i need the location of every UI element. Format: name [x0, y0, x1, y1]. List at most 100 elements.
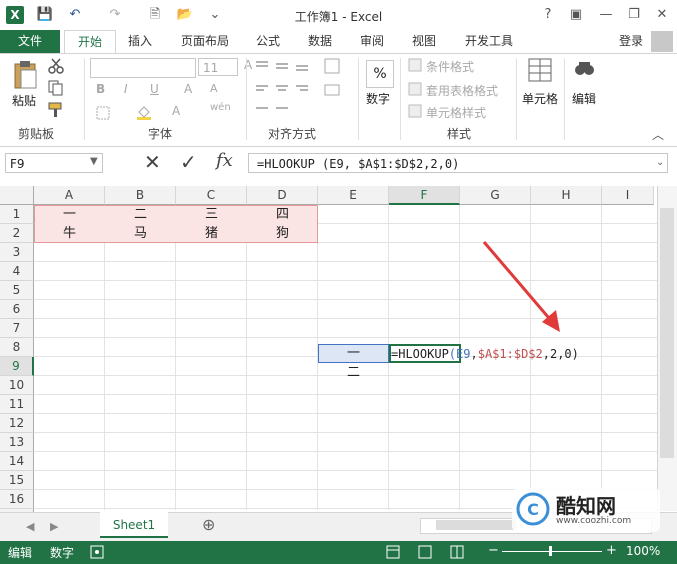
increase-font-size-icon[interactable]: A [184, 82, 192, 96]
page-break-view-icon[interactable] [450, 545, 464, 562]
minimize-icon[interactable]: — [596, 6, 616, 24]
row-header-2[interactable]: 2 [0, 224, 34, 243]
horizontal-scroll-thumb[interactable] [436, 520, 516, 530]
column-header-D[interactable]: D [247, 186, 318, 205]
cell-styles-icon[interactable] [408, 104, 422, 121]
column-header-E[interactable]: E [318, 186, 389, 205]
tab-formulas[interactable]: 公式 [248, 30, 288, 53]
row-header-6[interactable]: 6 [0, 300, 34, 319]
sheet-next-icon[interactable]: ▶ [50, 520, 58, 533]
collapse-ribbon-icon[interactable]: ︿ [652, 126, 664, 143]
row-header-14[interactable]: 14 [0, 452, 34, 471]
name-box[interactable]: F9 [5, 153, 103, 173]
cell-C1[interactable]: 三 [176, 205, 247, 224]
cell-C2[interactable]: 猪 [176, 224, 247, 243]
font-size-select[interactable]: 11 [198, 58, 238, 76]
format-painter-icon[interactable] [48, 102, 64, 121]
sign-in-link[interactable]: 登录 [619, 30, 643, 53]
zoom-level[interactable]: 100% [626, 544, 660, 558]
add-sheet-icon[interactable]: ⊕ [202, 515, 215, 534]
name-box-dropdown-icon[interactable]: ▼ [90, 156, 98, 167]
copy-icon[interactable] [48, 80, 64, 99]
row-header-5[interactable]: 5 [0, 281, 34, 300]
row-header-4[interactable]: 4 [0, 262, 34, 281]
tab-developer[interactable]: 开发工具 [458, 30, 520, 53]
cell-styles-button[interactable]: 单元格样式 [426, 104, 486, 121]
row-header-3[interactable]: 3 [0, 243, 34, 262]
maximize-icon[interactable]: ❐ [624, 6, 644, 24]
wrap-text-icon[interactable] [324, 58, 340, 77]
number-format-button[interactable]: 数字 [366, 90, 390, 107]
borders-icon[interactable] [96, 106, 110, 123]
format-as-table-button[interactable]: 套用表格格式 [426, 82, 498, 99]
row-header-8[interactable]: 8 [0, 338, 34, 357]
tab-file[interactable]: 文件 [0, 30, 60, 53]
expand-formula-icon[interactable]: ⌄ [656, 157, 664, 168]
cell-D2[interactable]: 狗 [247, 224, 318, 243]
cells-button[interactable]: 单元格 [522, 90, 558, 107]
tab-home[interactable]: 开始 [64, 30, 116, 55]
ribbon-display-icon[interactable]: ▣ [566, 6, 586, 24]
cell-B1[interactable]: 二 [105, 205, 176, 224]
conditional-format-button[interactable]: 条件格式 [426, 58, 474, 75]
bold-button[interactable]: B [96, 82, 105, 96]
font-color-icon[interactable]: A [172, 104, 180, 118]
normal-view-icon[interactable] [386, 545, 400, 562]
cell-B2[interactable]: 马 [105, 224, 176, 243]
column-header-F[interactable]: F [389, 186, 460, 205]
cell-A2[interactable]: 牛 [34, 224, 105, 243]
select-all-corner[interactable] [0, 186, 34, 205]
row-header-1[interactable]: 1 [0, 205, 34, 224]
font-name-select[interactable] [90, 58, 196, 78]
column-header-C[interactable]: C [176, 186, 247, 205]
row-header-13[interactable]: 13 [0, 433, 34, 452]
column-header-H[interactable]: H [531, 186, 602, 205]
row-header-12[interactable]: 12 [0, 414, 34, 433]
zoom-out-icon[interactable]: − [488, 543, 499, 558]
row-header-16[interactable]: 16 [0, 490, 34, 509]
column-header-A[interactable]: A [34, 186, 105, 205]
column-header-G[interactable]: G [460, 186, 531, 205]
row-header-9[interactable]: 9 [0, 357, 34, 376]
editing-button[interactable]: 编辑 [572, 90, 596, 107]
sheet-tab-sheet1[interactable]: Sheet1 [100, 512, 168, 538]
enter-icon[interactable]: ✓ [180, 150, 197, 174]
cells-icon[interactable] [528, 58, 552, 85]
macro-record-icon[interactable] [90, 545, 104, 562]
paste-icon[interactable] [12, 60, 38, 90]
cut-icon[interactable] [48, 58, 64, 77]
decrease-font-size-icon[interactable]: A [210, 82, 218, 95]
cell-E10[interactable]: 二 [318, 363, 389, 382]
phonetic-guide-icon[interactable]: wén [210, 102, 231, 113]
cell-F9-formula[interactable]: =HLOOKUP(E9,$A$1:$D$2,2,0) [391, 345, 579, 364]
cancel-icon[interactable]: ✕ [144, 150, 161, 174]
row-header-15[interactable]: 15 [0, 471, 34, 490]
close-icon[interactable]: ✕ [652, 6, 672, 24]
tab-page-layout[interactable]: 页面布局 [174, 30, 236, 53]
fill-color-icon[interactable] [136, 104, 152, 123]
tab-data[interactable]: 数据 [300, 30, 340, 53]
insert-function-icon[interactable]: fx [216, 150, 233, 171]
row-header-10[interactable]: 10 [0, 376, 34, 395]
find-icon[interactable] [572, 58, 596, 85]
sheet-prev-icon[interactable]: ◀ [26, 520, 34, 533]
conditional-format-icon[interactable] [408, 58, 422, 75]
zoom-in-icon[interactable]: + [606, 543, 617, 558]
help-icon[interactable]: ? [538, 6, 558, 24]
column-header-B[interactable]: B [105, 186, 176, 205]
tab-insert[interactable]: 插入 [118, 30, 162, 53]
merge-center-icon[interactable] [324, 82, 340, 101]
cell-D1[interactable]: 四 [247, 205, 318, 224]
format-table-icon[interactable] [408, 82, 422, 99]
row-header-11[interactable]: 11 [0, 395, 34, 414]
italic-button[interactable]: I [124, 82, 128, 96]
zoom-slider-handle[interactable] [549, 546, 552, 556]
vertical-scroll-thumb[interactable] [660, 208, 674, 458]
underline-button[interactable]: U [150, 82, 159, 96]
percent-icon[interactable]: % [366, 60, 394, 88]
cell-E9[interactable]: 一 [318, 344, 389, 363]
page-layout-view-icon[interactable] [418, 545, 432, 562]
row-header-7[interactable]: 7 [0, 319, 34, 338]
formula-input[interactable]: =HLOOKUP (E9, $A$1:$D$2,2,0) [248, 153, 668, 173]
zoom-slider[interactable] [502, 551, 602, 552]
